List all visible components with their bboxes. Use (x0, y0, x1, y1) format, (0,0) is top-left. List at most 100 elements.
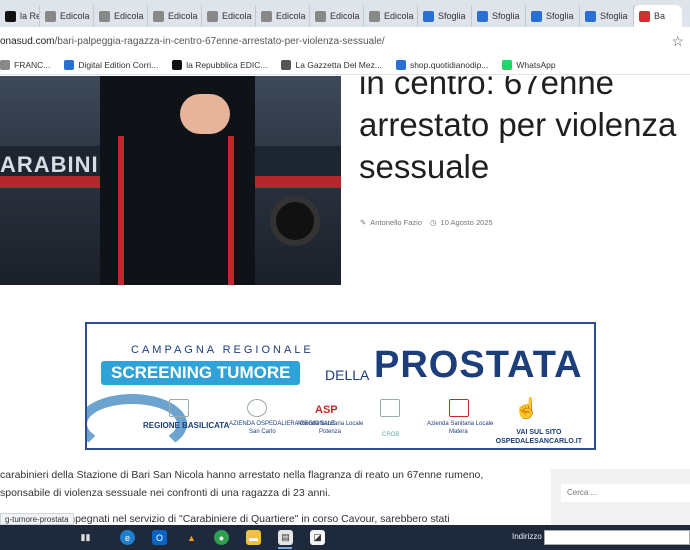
browser-tab[interactable]: Edicola (310, 5, 364, 27)
browser-tab[interactable]: Ba (634, 5, 682, 27)
logo-label: REGIONE BASILICATA (143, 421, 230, 430)
browser-tab[interactable]: Edicola (256, 5, 310, 27)
q-icon (423, 10, 434, 22)
tab-label: Edicola (168, 11, 198, 21)
bookmark-item[interactable]: Digital Edition Corri... (64, 59, 159, 70)
q-icon (531, 10, 542, 22)
bookmark-label: la Repubblica EDIC... (186, 59, 268, 70)
trouser-stripe (118, 136, 124, 285)
officer-hands (180, 94, 230, 134)
url-text[interactable]: onasud.com/bari-palpeggia-ragazza-in-cen… (0, 36, 385, 47)
tab-label: Sfoglia (600, 11, 628, 21)
repubblica-icon (5, 10, 16, 22)
page-icon (99, 10, 110, 22)
bookmark-item[interactable]: shop.quotidianodip... (395, 59, 489, 70)
san-carlo-logo-icon (247, 399, 267, 417)
officer-figure (100, 76, 255, 285)
browser-tab[interactable]: Sfoglia (580, 5, 634, 27)
tab-label: Sfoglia (438, 11, 466, 21)
page-icon (45, 10, 56, 22)
document-icon[interactable]: ▤ (278, 530, 293, 545)
browser-tab[interactable]: la Rep (0, 5, 40, 27)
page-icon (153, 10, 164, 22)
article-photo: ARABINIERI (0, 76, 341, 285)
vai-line: OSPEDALESANCARLO.IT (495, 438, 582, 445)
tab-label: Edicola (114, 11, 144, 21)
taskbar-address-input[interactable] (544, 530, 690, 545)
browser-tab[interactable]: Edicola (148, 5, 202, 27)
q-icon (395, 59, 406, 70)
banner-vai: VAI SUL SITO OSPEDALESANCARLO.IT (496, 428, 582, 446)
browser-tab[interactable]: Edicola (202, 5, 256, 27)
tab-label: Edicola (330, 11, 360, 21)
tab-label: Edicola (222, 11, 252, 21)
bookmark-label: Digital Edition Corri... (78, 59, 159, 70)
page-icon (369, 10, 380, 22)
trouser-stripe (228, 136, 234, 285)
asp-logo: ASP (315, 404, 338, 416)
matera-logo-icon (449, 399, 469, 417)
crob-logo-icon (380, 399, 400, 417)
screening-banner[interactable]: CAMPAGNA REGIONALE SCREENING TUMORE DELL… (85, 322, 596, 450)
bookmark-label: FRANC... (14, 59, 51, 70)
url-path: /bari-palpeggia-ragazza-in-centro-67enne… (54, 35, 385, 47)
bookmark-label: La Gazzetta Del Mez... (295, 59, 382, 70)
headline-line: arrestato per violenza (359, 106, 677, 143)
author-link[interactable]: Antonello Fazio (370, 218, 422, 227)
paragraph-line: carabinieri della Stazione di Bari San N… (0, 469, 484, 481)
bookmark-item[interactable]: La Gazzetta Del Mez... (281, 59, 382, 70)
file-explorer-icon[interactable]: ▬ (246, 530, 261, 545)
banner-screening: SCREENING TUMORE (101, 361, 301, 385)
site-icon (639, 10, 650, 22)
bookmark-item[interactable]: FRANC... (0, 59, 51, 70)
folder-icon (0, 59, 10, 70)
search-input[interactable]: Cerca ... (561, 484, 690, 502)
outlook-icon[interactable]: O (152, 530, 167, 545)
logo-label: CROB (382, 432, 400, 438)
paragraph-line: sponsabile di violenza sessuale nei conf… (0, 487, 331, 499)
edge-icon[interactable]: e (120, 530, 135, 545)
logo-label: Azienda Sanitaria Locale (427, 421, 494, 427)
globe-icon (281, 59, 292, 70)
logo-label: Potenza (319, 429, 342, 435)
repubblica-icon (172, 59, 183, 70)
chrome-icon[interactable]: ● (214, 530, 229, 545)
logo-label: San Carlo (249, 429, 276, 435)
bookmark-star-icon[interactable]: ☆ (671, 33, 684, 50)
chat-icon[interactable]: ◪ (310, 530, 325, 545)
pointer-hand-icon: ☝ (514, 398, 539, 420)
article-headline: in centro: 67enne arrestato per violenza… (359, 76, 676, 188)
bookmark-item[interactable]: WhatsApp (502, 59, 556, 70)
banner-della: DELLA (325, 367, 370, 383)
banner-prostata: PROSTATA (374, 344, 583, 386)
browser-tab[interactable]: Sfoglia (526, 5, 580, 27)
vai-line: VAI SUL SITO (516, 429, 562, 436)
page-icon (261, 10, 272, 22)
windows-taskbar: ▮▮ e O ▲ ● ▬ ▤ ◪ Indirizzo (0, 525, 690, 550)
tab-label: Edicola (276, 11, 306, 21)
whatsapp-icon (502, 59, 513, 70)
browser-tab[interactable]: Edicola (364, 5, 418, 27)
banner-campagna: CAMPAGNA REGIONALE (131, 344, 314, 356)
car-wheel (270, 196, 320, 246)
status-link-preview: g-tumore-prostata (0, 513, 74, 525)
page-icon (207, 10, 218, 22)
browser-tab[interactable]: Edicola (94, 5, 148, 27)
sidebar-search: Cerca ... (551, 469, 690, 525)
browser-tab[interactable]: Sfoglia (418, 5, 472, 27)
vlc-icon[interactable]: ▲ (184, 530, 199, 545)
regione-logo-icon (169, 399, 189, 417)
author-icon: ✎ (360, 218, 367, 227)
headline-line: sessuale (359, 148, 490, 185)
bookmark-label: shop.quotidianodip... (409, 59, 489, 70)
address-bar[interactable]: onasud.com/bari-palpeggia-ragazza-in-cen… (0, 27, 690, 55)
tab-label: Edicola (60, 11, 90, 21)
publish-date: 10 Agosto 2025 (440, 218, 493, 227)
task-view-icon[interactable]: ▮▮ (78, 530, 93, 545)
tab-label: Sfoglia (546, 11, 574, 21)
bookmark-item[interactable]: la Repubblica EDIC... (172, 59, 268, 70)
url-domain: onasud.com (0, 35, 55, 47)
browser-tab[interactable]: Edicola (40, 5, 94, 27)
browser-tab[interactable]: Sfoglia (472, 5, 526, 27)
clock-icon: ◷ (430, 218, 437, 227)
